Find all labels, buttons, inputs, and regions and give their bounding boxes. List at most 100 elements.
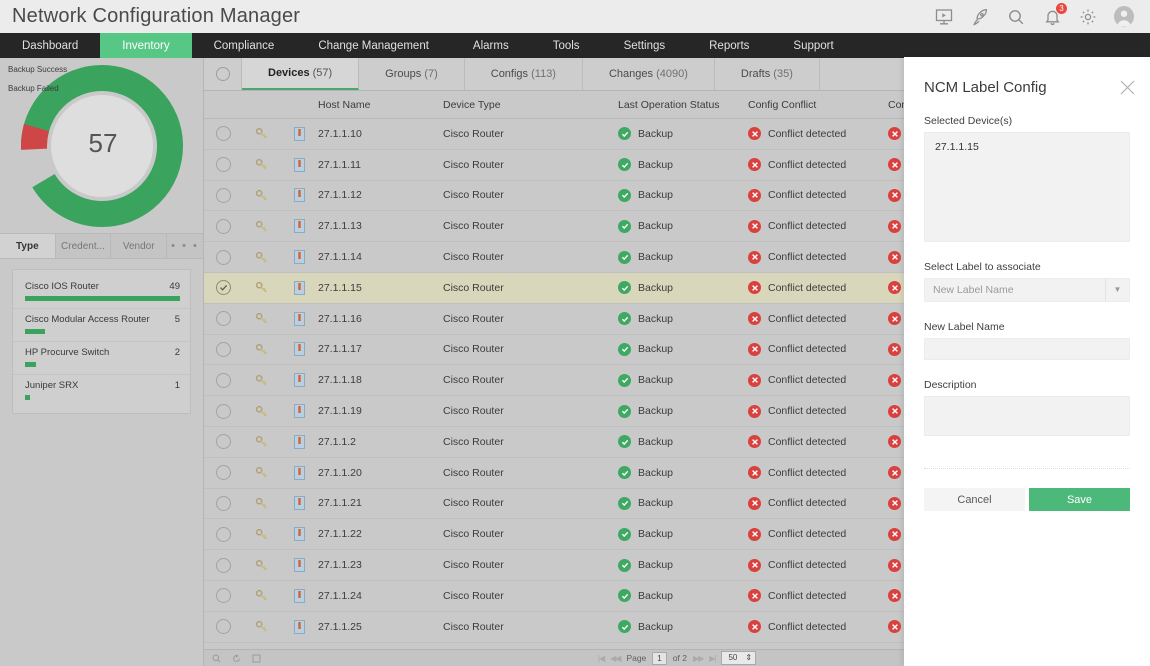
- row-select-cell[interactable]: [204, 496, 242, 511]
- page-number-input[interactable]: 1: [652, 652, 666, 665]
- config-document-icon[interactable]: [294, 312, 305, 326]
- row-select-cell[interactable]: [204, 373, 242, 388]
- sidebar-tab-more-icon[interactable]: • • •: [167, 234, 203, 258]
- row-config-cell[interactable]: [280, 527, 318, 541]
- cell-host-name[interactable]: 27.1.1.25: [318, 621, 443, 633]
- cell-host-name[interactable]: 27.1.1.11: [318, 159, 443, 171]
- select-all-checkbox[interactable]: [216, 67, 230, 81]
- credentials-key-icon[interactable]: [255, 189, 268, 202]
- row-checkbox[interactable]: [216, 250, 231, 265]
- credentials-key-icon[interactable]: [255, 312, 268, 325]
- row-checkbox[interactable]: [216, 311, 231, 326]
- row-config-cell[interactable]: [280, 158, 318, 172]
- presentation-icon[interactable]: [934, 7, 954, 27]
- row-select-cell[interactable]: [204, 619, 242, 634]
- cell-host-name[interactable]: 27.1.1.24: [318, 590, 443, 602]
- row-select-cell[interactable]: [204, 126, 242, 141]
- panel-close-icon[interactable]: [1119, 79, 1136, 101]
- bell-icon[interactable]: 3: [1042, 7, 1062, 27]
- row-checkbox[interactable]: [216, 527, 231, 542]
- row-credentials-cell[interactable]: [242, 281, 280, 294]
- row-credentials-cell[interactable]: [242, 220, 280, 233]
- sidebar-tab-vendor[interactable]: Vendor: [111, 234, 167, 258]
- row-config-cell[interactable]: [280, 466, 318, 480]
- description-textarea[interactable]: [924, 396, 1130, 436]
- nav-item-change-management[interactable]: Change Management: [296, 33, 451, 58]
- row-select-cell[interactable]: [204, 558, 242, 573]
- column-header-last-operation-status[interactable]: Last Operation Status: [618, 99, 748, 111]
- select-all-cell[interactable]: [204, 58, 242, 90]
- config-document-icon[interactable]: [294, 527, 305, 541]
- tab-configs[interactable]: Configs (113): [465, 58, 583, 90]
- sidebar-tab-credentials[interactable]: Credent...: [56, 234, 112, 258]
- new-label-name-input[interactable]: [924, 338, 1130, 360]
- row-config-cell[interactable]: [280, 496, 318, 510]
- config-document-icon[interactable]: [294, 404, 305, 418]
- config-document-icon[interactable]: [294, 281, 305, 295]
- row-checkbox[interactable]: [216, 404, 231, 419]
- selected-devices-list[interactable]: 27.1.1.15: [924, 132, 1130, 242]
- row-select-cell[interactable]: [204, 250, 242, 265]
- config-document-icon[interactable]: [294, 466, 305, 480]
- list-item[interactable]: Cisco Modular Access Router 5: [13, 309, 190, 342]
- row-checkbox[interactable]: [216, 558, 231, 573]
- row-credentials-cell[interactable]: [242, 620, 280, 633]
- row-select-cell[interactable]: [204, 157, 242, 172]
- config-document-icon[interactable]: [294, 127, 305, 141]
- row-credentials-cell[interactable]: [242, 312, 280, 325]
- credentials-key-icon[interactable]: [255, 220, 268, 233]
- nav-item-alarms[interactable]: Alarms: [451, 33, 531, 58]
- cell-host-name[interactable]: 27.1.1.20: [318, 467, 443, 479]
- credentials-key-icon[interactable]: [255, 497, 268, 510]
- list-item[interactable]: HP Procurve Switch 2: [13, 342, 190, 375]
- row-config-cell[interactable]: [280, 373, 318, 387]
- row-credentials-cell[interactable]: [242, 405, 280, 418]
- row-config-cell[interactable]: [280, 281, 318, 295]
- row-config-cell[interactable]: [280, 312, 318, 326]
- cell-host-name[interactable]: 27.1.1.2: [318, 436, 443, 448]
- config-document-icon[interactable]: [294, 558, 305, 572]
- row-credentials-cell[interactable]: [242, 158, 280, 171]
- credentials-key-icon[interactable]: [255, 466, 268, 479]
- config-document-icon[interactable]: [294, 188, 305, 202]
- column-header-device-type[interactable]: Device Type: [443, 99, 618, 111]
- nav-item-tools[interactable]: Tools: [531, 33, 602, 58]
- row-checkbox[interactable]: [216, 342, 231, 357]
- row-credentials-cell[interactable]: [242, 466, 280, 479]
- rows-per-page-select[interactable]: 50 ⇕: [721, 651, 756, 665]
- row-config-cell[interactable]: [280, 219, 318, 233]
- row-checkbox[interactable]: [216, 280, 231, 295]
- row-config-cell[interactable]: [280, 435, 318, 449]
- row-credentials-cell[interactable]: [242, 497, 280, 510]
- row-select-cell[interactable]: [204, 219, 242, 234]
- row-checkbox[interactable]: [216, 188, 231, 203]
- tab-groups[interactable]: Groups (7): [359, 58, 465, 90]
- row-select-cell[interactable]: [204, 342, 242, 357]
- rocket-icon[interactable]: [970, 7, 990, 27]
- tab-changes[interactable]: Changes (4090): [583, 58, 715, 90]
- user-avatar-icon[interactable]: [1114, 7, 1134, 27]
- row-checkbox[interactable]: [216, 465, 231, 480]
- credentials-key-icon[interactable]: [255, 374, 268, 387]
- cell-host-name[interactable]: 27.1.1.10: [318, 128, 443, 140]
- cell-host-name[interactable]: 27.1.1.19: [318, 405, 443, 417]
- credentials-key-icon[interactable]: [255, 281, 268, 294]
- tab-drafts[interactable]: Drafts (35): [715, 58, 820, 90]
- row-credentials-cell[interactable]: [242, 251, 280, 264]
- row-select-cell[interactable]: [204, 434, 242, 449]
- next-page-icon[interactable]: ▶▶: [693, 654, 703, 663]
- row-checkbox[interactable]: [216, 619, 231, 634]
- cell-host-name[interactable]: 27.1.1.15: [318, 282, 443, 294]
- row-config-cell[interactable]: [280, 188, 318, 202]
- credentials-key-icon[interactable]: [255, 158, 268, 171]
- row-select-cell[interactable]: [204, 188, 242, 203]
- row-config-cell[interactable]: [280, 342, 318, 356]
- nav-item-inventory[interactable]: Inventory: [100, 33, 191, 58]
- row-select-cell[interactable]: [204, 527, 242, 542]
- cell-host-name[interactable]: 27.1.1.23: [318, 559, 443, 571]
- row-credentials-cell[interactable]: [242, 589, 280, 602]
- nav-item-support[interactable]: Support: [771, 33, 855, 58]
- row-checkbox[interactable]: [216, 126, 231, 141]
- cell-host-name[interactable]: 27.1.1.13: [318, 220, 443, 232]
- cell-host-name[interactable]: 27.1.1.16: [318, 313, 443, 325]
